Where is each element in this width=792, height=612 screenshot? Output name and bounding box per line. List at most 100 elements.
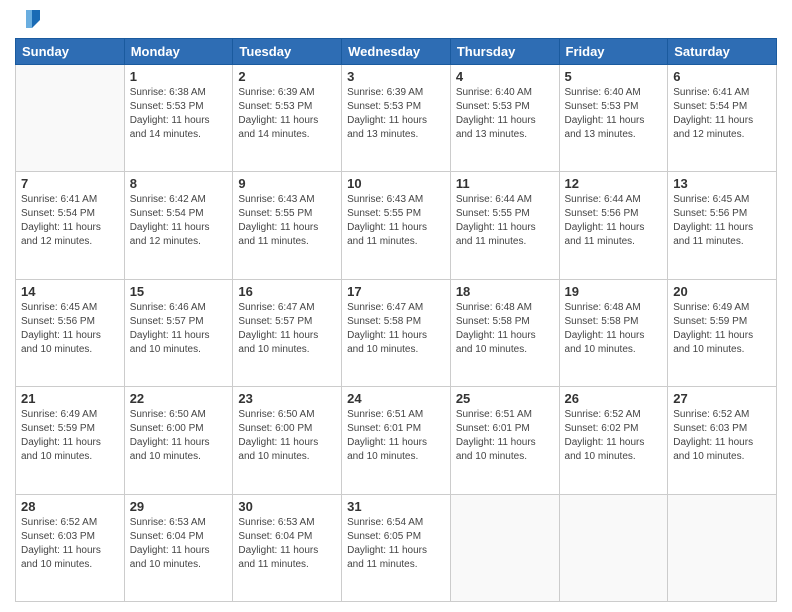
logo [15, 10, 40, 30]
day-number: 6 [673, 69, 771, 84]
weekday-saturday: Saturday [668, 39, 777, 65]
day-number: 20 [673, 284, 771, 299]
day-number: 9 [238, 176, 336, 191]
day-info: Sunrise: 6:39 AM Sunset: 5:53 PM Dayligh… [347, 86, 445, 142]
weekday-wednesday: Wednesday [342, 39, 451, 65]
calendar-cell: 17 Sunrise: 6:47 AM Sunset: 5:58 PM Dayli… [342, 279, 451, 386]
logo-wrapper [15, 10, 40, 30]
calendar-week-1: 1 Sunrise: 6:38 AM Sunset: 5:53 PM Daylig… [16, 65, 777, 172]
day-number: 10 [347, 176, 445, 191]
day-number: 4 [456, 69, 554, 84]
calendar-cell: 30Sunrise: 6:53 AM Sunset: 6:04 PM Dayli… [233, 494, 342, 601]
calendar-cell: 15 Sunrise: 6:46 AM Sunset: 5:57 PM Dayli… [124, 279, 233, 386]
day-info: Sunrise: 6:52 AM Sunset: 6:02 PM Dayligh… [565, 408, 663, 464]
calendar-cell: 5 Sunrise: 6:40 AM Sunset: 5:53 PM Daylig… [559, 65, 668, 172]
day-number: 26 [565, 391, 663, 406]
day-number: 25 [456, 391, 554, 406]
day-info: Sunrise: 6:47 AM Sunset: 5:58 PM Dayligh… [347, 301, 445, 357]
day-info: Sunrise: 6:49 AM Sunset: 5:59 PM Dayligh… [673, 301, 771, 357]
day-number: 19 [565, 284, 663, 299]
calendar-cell: 22 Sunrise: 6:50 AM Sunset: 6:00 PM Dayli… [124, 387, 233, 494]
day-info: Sunrise: 6:50 AM Sunset: 6:00 PM Dayligh… [130, 408, 228, 464]
day-info: Sunrise: 6:46 AM Sunset: 5:57 PM Dayligh… [130, 301, 228, 357]
day-number: 31 [347, 499, 445, 514]
day-number: 18 [456, 284, 554, 299]
calendar-cell: 3Sunrise: 6:39 AM Sunset: 5:53 PM Daylig… [342, 65, 451, 172]
day-number: 11 [456, 176, 554, 191]
day-number: 2 [238, 69, 336, 84]
calendar-week-2: 7Sunrise: 6:41 AM Sunset: 5:54 PM Daylig… [16, 172, 777, 279]
calendar-cell: 23 Sunrise: 6:50 AM Sunset: 6:00 PM Dayli… [233, 387, 342, 494]
day-number: 12 [565, 176, 663, 191]
day-info: Sunrise: 6:42 AM Sunset: 5:54 PM Dayligh… [130, 193, 228, 249]
day-info: Sunrise: 6:41 AM Sunset: 5:54 PM Dayligh… [673, 86, 771, 142]
day-number: 23 [238, 391, 336, 406]
day-info: Sunrise: 6:38 AM Sunset: 5:53 PM Dayligh… [130, 86, 228, 142]
calendar-cell: 29Sunrise: 6:53 AM Sunset: 6:04 PM Dayli… [124, 494, 233, 601]
day-info: Sunrise: 6:40 AM Sunset: 5:53 PM Dayligh… [456, 86, 554, 142]
day-info: Sunrise: 6:43 AM Sunset: 5:55 PM Dayligh… [238, 193, 336, 249]
page: SundayMondayTuesdayWednesdayThursdayFrid… [0, 0, 792, 612]
day-info: Sunrise: 6:48 AM Sunset: 5:58 PM Dayligh… [456, 301, 554, 357]
calendar-cell: 19 Sunrise: 6:48 AM Sunset: 5:58 PM Dayli… [559, 279, 668, 386]
calendar-week-4: 21 Sunrise: 6:49 AM Sunset: 5:59 PM Dayli… [16, 387, 777, 494]
day-info: Sunrise: 6:39 AM Sunset: 5:53 PM Dayligh… [238, 86, 336, 142]
weekday-monday: Monday [124, 39, 233, 65]
calendar-cell [16, 65, 125, 172]
calendar-cell [668, 494, 777, 601]
calendar-cell: 14Sunrise: 6:45 AM Sunset: 5:56 PM Dayli… [16, 279, 125, 386]
day-info: Sunrise: 6:44 AM Sunset: 5:55 PM Dayligh… [456, 193, 554, 249]
day-number: 5 [565, 69, 663, 84]
day-number: 17 [347, 284, 445, 299]
calendar-cell: 1 Sunrise: 6:38 AM Sunset: 5:53 PM Daylig… [124, 65, 233, 172]
calendar-cell: 6 Sunrise: 6:41 AM Sunset: 5:54 PM Daylig… [668, 65, 777, 172]
day-info: Sunrise: 6:45 AM Sunset: 5:56 PM Dayligh… [21, 301, 119, 357]
calendar-cell: 4 Sunrise: 6:40 AM Sunset: 5:53 PM Daylig… [450, 65, 559, 172]
day-info: Sunrise: 6:49 AM Sunset: 5:59 PM Dayligh… [21, 408, 119, 464]
day-number: 22 [130, 391, 228, 406]
day-info: Sunrise: 6:52 AM Sunset: 6:03 PM Dayligh… [673, 408, 771, 464]
day-info: Sunrise: 6:45 AM Sunset: 5:56 PM Dayligh… [673, 193, 771, 249]
calendar-cell: 13Sunrise: 6:45 AM Sunset: 5:56 PM Dayli… [668, 172, 777, 279]
weekday-friday: Friday [559, 39, 668, 65]
calendar-cell: 18 Sunrise: 6:48 AM Sunset: 5:58 PM Dayli… [450, 279, 559, 386]
calendar-cell: 12 Sunrise: 6:44 AM Sunset: 5:56 PM Dayli… [559, 172, 668, 279]
day-number: 28 [21, 499, 119, 514]
day-number: 30 [238, 499, 336, 514]
header [15, 10, 777, 30]
day-info: Sunrise: 6:44 AM Sunset: 5:56 PM Dayligh… [565, 193, 663, 249]
calendar-cell: 8Sunrise: 6:42 AM Sunset: 5:54 PM Daylig… [124, 172, 233, 279]
calendar-cell: 16 Sunrise: 6:47 AM Sunset: 5:57 PM Dayli… [233, 279, 342, 386]
day-number: 29 [130, 499, 228, 514]
day-info: Sunrise: 6:54 AM Sunset: 6:05 PM Dayligh… [347, 516, 445, 572]
calendar-cell [450, 494, 559, 601]
weekday-header-row: SundayMondayTuesdayWednesdayThursdayFrid… [16, 39, 777, 65]
day-number: 21 [21, 391, 119, 406]
calendar-cell: 9 Sunrise: 6:43 AM Sunset: 5:55 PM Daylig… [233, 172, 342, 279]
day-number: 15 [130, 284, 228, 299]
day-number: 27 [673, 391, 771, 406]
calendar-cell: 2 Sunrise: 6:39 AM Sunset: 5:53 PM Daylig… [233, 65, 342, 172]
logo-icon [18, 8, 40, 30]
calendar-cell: 31 Sunrise: 6:54 AM Sunset: 6:05 PM Dayli… [342, 494, 451, 601]
day-info: Sunrise: 6:47 AM Sunset: 5:57 PM Dayligh… [238, 301, 336, 357]
day-info: Sunrise: 6:40 AM Sunset: 5:53 PM Dayligh… [565, 86, 663, 142]
calendar-week-3: 14Sunrise: 6:45 AM Sunset: 5:56 PM Dayli… [16, 279, 777, 386]
day-info: Sunrise: 6:50 AM Sunset: 6:00 PM Dayligh… [238, 408, 336, 464]
calendar-week-5: 28Sunrise: 6:52 AM Sunset: 6:03 PM Dayli… [16, 494, 777, 601]
weekday-tuesday: Tuesday [233, 39, 342, 65]
calendar-cell: 20 Sunrise: 6:49 AM Sunset: 5:59 PM Dayli… [668, 279, 777, 386]
calendar-cell [559, 494, 668, 601]
calendar-cell: 27 Sunrise: 6:52 AM Sunset: 6:03 PM Dayli… [668, 387, 777, 494]
day-info: Sunrise: 6:48 AM Sunset: 5:58 PM Dayligh… [565, 301, 663, 357]
calendar-cell: 26 Sunrise: 6:52 AM Sunset: 6:02 PM Dayli… [559, 387, 668, 494]
day-info: Sunrise: 6:51 AM Sunset: 6:01 PM Dayligh… [347, 408, 445, 464]
day-number: 7 [21, 176, 119, 191]
calendar-cell: 25 Sunrise: 6:51 AM Sunset: 6:01 PM Dayli… [450, 387, 559, 494]
weekday-thursday: Thursday [450, 39, 559, 65]
calendar-cell: 10Sunrise: 6:43 AM Sunset: 5:55 PM Dayli… [342, 172, 451, 279]
day-info: Sunrise: 6:51 AM Sunset: 6:01 PM Dayligh… [456, 408, 554, 464]
day-number: 16 [238, 284, 336, 299]
weekday-sunday: Sunday [16, 39, 125, 65]
day-number: 1 [130, 69, 228, 84]
